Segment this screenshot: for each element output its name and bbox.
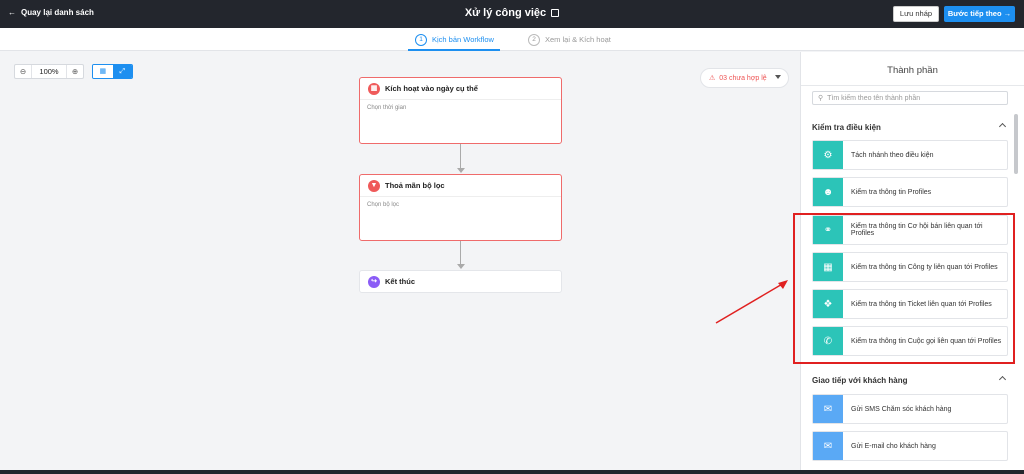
title-text: Xử lý công việc: [464, 7, 547, 19]
sms-icon: ✉: [813, 395, 843, 423]
component-label: Tách nhánh theo điều kiện: [851, 151, 934, 159]
connector-line: [460, 241, 461, 264]
next-step-label: Bước tiếp theo: [947, 9, 1002, 18]
chevron-up-icon[interactable]: [998, 122, 1007, 131]
component-item[interactable]: ☻ Kiểm tra thông tin Profiles: [812, 177, 1008, 207]
save-draft-button[interactable]: Lưu nháp: [893, 6, 939, 22]
zoom-control: ⊖ 100% ⊕: [14, 64, 84, 79]
component-search-input[interactable]: ⚲ Tìm kiếm theo tên thành phần: [812, 91, 1008, 105]
exit-icon: ↪: [368, 275, 380, 288]
zoom-out-icon[interactable]: ⊖: [15, 67, 31, 76]
invalid-warning-dropdown[interactable]: ⚠ 03 chưa hợp lệ: [700, 68, 789, 88]
branch-icon: ⚙: [813, 141, 843, 169]
section-header-conditions[interactable]: Kiểm tra điều kiện: [812, 122, 1008, 132]
component-item[interactable]: ✉ Gửi E-mail cho khách hàng: [812, 431, 1008, 461]
step-number: 1: [415, 33, 427, 46]
warning-label: 03 chưa hợp lệ: [719, 74, 767, 82]
workflow-canvas[interactable]: ⊖ 100% ⊕ ▦ ⤢ ⚠ 03 chưa hợp lệ ▦ Kích hoạ…: [0, 52, 800, 470]
calendar-icon: ▦: [368, 82, 380, 95]
step-label: Kịch bản Workflow: [432, 35, 494, 44]
chevron-up-icon[interactable]: [998, 375, 1007, 384]
next-step-button[interactable]: Bước tiếp theo →: [944, 6, 1015, 22]
divider: [801, 85, 1024, 86]
arrow-right-icon: →: [1003, 9, 1012, 18]
node-placeholder: Chọn bộ lọc: [367, 202, 400, 208]
node-title: Thoả mãn bộ lọc: [385, 181, 445, 190]
bottom-bar: [0, 470, 1024, 474]
node-title: Kết thúc: [385, 277, 415, 286]
section-title: Giao tiếp với khách hàng: [812, 376, 908, 385]
caret-down-icon: [775, 75, 781, 79]
panel-title: Thành phần: [887, 65, 938, 76]
component-label: Gửi SMS Chăm sóc khách hàng: [851, 405, 952, 413]
zoom-in-icon[interactable]: ⊕: [67, 67, 83, 76]
connector-arrow: [457, 168, 465, 173]
active-step-indicator: [408, 49, 500, 51]
step-label: Xem lại & Kích hoạt: [545, 35, 611, 44]
steps-bar: 1 Kịch bản Workflow 2 Xem lại & Kích hoạ…: [0, 28, 1024, 51]
warning-icon: ⚠: [709, 75, 716, 82]
section-title: Kiểm tra điều kiện: [812, 123, 881, 132]
panel-scrollbar[interactable]: [1014, 114, 1018, 174]
top-bar: ← Quay lại danh sách Xử lý công việc Lưu…: [0, 0, 1024, 28]
component-item[interactable]: ⚙ Tách nhánh theo điều kiện: [812, 140, 1008, 170]
filter-icon: ▼: [368, 179, 380, 192]
component-label: Kiểm tra thông tin Profiles: [851, 188, 932, 196]
fit-view-icon[interactable]: ▦: [93, 65, 113, 78]
section-header-communication[interactable]: Giao tiếp với khách hàng: [812, 375, 1008, 385]
trigger-node[interactable]: ▦ Kích hoạt vào ngày cụ thể Chọn thời gi…: [359, 77, 562, 144]
annotation-highlight-box: [793, 213, 1015, 364]
zoom-value: 100%: [31, 65, 67, 78]
edit-icon[interactable]: [551, 9, 560, 17]
search-icon: ⚲: [818, 95, 824, 102]
page-title: Xử lý công việc: [0, 7, 1024, 19]
component-item[interactable]: ✉ Gửi SMS Chăm sóc khách hàng: [812, 394, 1008, 424]
component-label: Gửi E-mail cho khách hàng: [851, 442, 936, 450]
node-placeholder: Chọn thời gian: [367, 105, 407, 111]
connector-arrow: [457, 264, 465, 269]
filter-node[interactable]: ▼ Thoả mãn bộ lọc Chọn bộ lọc: [359, 174, 562, 241]
email-icon: ✉: [813, 432, 843, 460]
search-placeholder: Tìm kiếm theo tên thành phần: [827, 94, 921, 102]
node-title: Kích hoạt vào ngày cụ thể: [385, 84, 478, 93]
annotation-arrow: [715, 280, 788, 324]
fullscreen-icon[interactable]: ⤢: [112, 65, 132, 78]
step-review-tab[interactable]: 2 Xem lại & Kích hoạt: [528, 32, 611, 47]
view-toggle: ▦ ⤢: [92, 64, 133, 79]
connector-line: [460, 144, 461, 168]
user-icon: ☻: [813, 178, 843, 206]
end-node[interactable]: ↪ Kết thúc: [359, 270, 562, 293]
step-workflow-tab[interactable]: 1 Kịch bản Workflow: [415, 32, 494, 47]
step-number: 2: [528, 33, 540, 46]
